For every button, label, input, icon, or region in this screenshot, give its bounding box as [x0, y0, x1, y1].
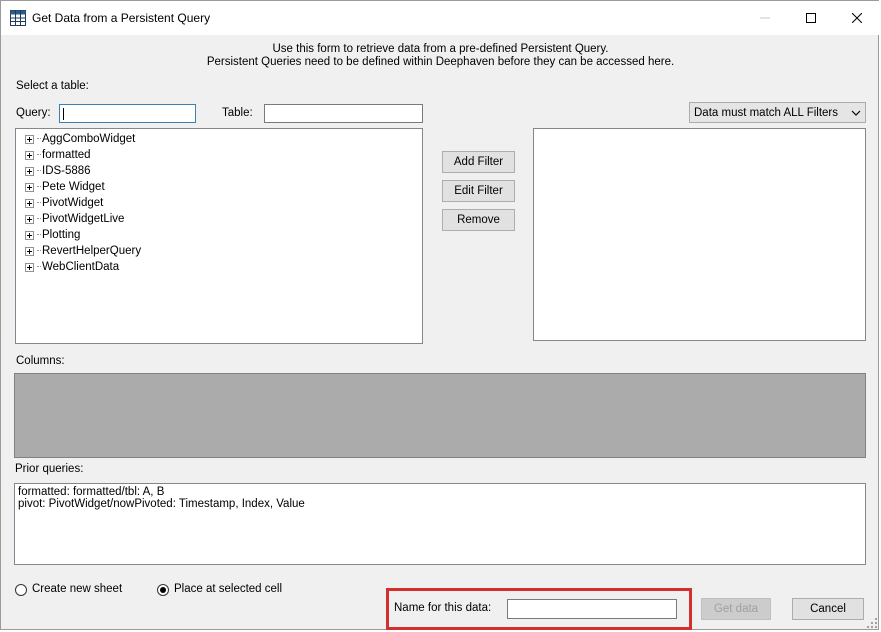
filter-list[interactable]: [533, 128, 866, 341]
title-bar[interactable]: Get Data from a Persistent Query: [1, 1, 880, 35]
create-new-sheet-radio[interactable]: [15, 584, 27, 596]
tree-connector: [37, 170, 41, 172]
name-for-data-label: Name for this data:: [394, 602, 492, 614]
cancel-button[interactable]: Cancel: [792, 598, 864, 620]
tree-connector: [37, 154, 41, 156]
tree-item-label: AggComboWidget: [42, 133, 136, 145]
tree-connector: [37, 250, 41, 252]
tree-connector: [37, 202, 41, 204]
get-data-button[interactable]: Get data: [701, 598, 771, 620]
expand-plus-icon[interactable]: [25, 134, 34, 144]
prior-queries-list[interactable]: formatted: formatted/tbl: A, B pivot: Pi…: [14, 483, 866, 565]
expand-plus-icon[interactable]: [25, 150, 34, 160]
name-for-data-input[interactable]: [507, 599, 677, 619]
expand-plus-icon[interactable]: [25, 246, 34, 256]
prior-query-item[interactable]: formatted: formatted/tbl: A, B: [18, 486, 862, 498]
tree-connector: [37, 218, 41, 220]
select-table-label: Select a table:: [16, 80, 89, 92]
tree-connector: [37, 186, 41, 188]
tree-item-label: PivotWidget: [42, 197, 104, 209]
intro-text: Use this form to retrieve data from a pr…: [1, 43, 880, 69]
prior-query-item[interactable]: pivot: PivotWidget/nowPivoted: Timestamp…: [18, 498, 862, 510]
place-at-selected-cell-label[interactable]: Place at selected cell: [174, 583, 282, 595]
remove-filter-button[interactable]: Remove: [442, 209, 515, 231]
place-at-selected-cell-radio[interactable]: [157, 584, 169, 596]
intro-line-1: Use this form to retrieve data from a pr…: [272, 43, 609, 55]
query-tree[interactable]: AggComboWidget formatted IDS-5886 Pete Widg…: [15, 128, 423, 344]
tree-item-label: WebClientData: [42, 261, 120, 273]
tree-connector: [37, 138, 41, 140]
minimize-icon: [760, 17, 770, 19]
tree-item[interactable]: PivotWidgetLive: [16, 211, 422, 227]
tree-item-label: Pete Widget: [42, 181, 105, 193]
tree-item[interactable]: RevertHelperQuery: [16, 243, 422, 259]
tree-item-label: PivotWidgetLive: [42, 213, 125, 225]
tree-items: AggComboWidget formatted IDS-5886 Pete Widg…: [16, 129, 422, 275]
tree-item[interactable]: IDS-5886: [16, 163, 422, 179]
close-button[interactable]: [834, 1, 880, 35]
expand-plus-icon[interactable]: [25, 166, 34, 176]
close-icon: [852, 13, 862, 23]
maximize-button[interactable]: [788, 1, 834, 35]
tree-connector: [37, 234, 41, 236]
tree-item[interactable]: WebClientData: [16, 259, 422, 275]
tree-item[interactable]: Plotting: [16, 227, 422, 243]
tree-item-label: formatted: [42, 149, 91, 161]
tree-item-label: RevertHelperQuery: [42, 245, 142, 257]
intro-line-2: Persistent Queries need to be defined wi…: [206, 56, 675, 68]
expand-plus-icon[interactable]: [25, 182, 34, 192]
filter-mode-value: Data must match ALL Filters: [694, 106, 839, 119]
tree-item-label: Plotting: [42, 229, 81, 241]
expand-plus-icon[interactable]: [25, 198, 34, 208]
tree-item[interactable]: AggComboWidget: [16, 131, 422, 147]
chevron-down-icon: [851, 110, 861, 116]
add-filter-button[interactable]: Add Filter: [442, 151, 515, 173]
table-filter-input[interactable]: [264, 104, 423, 123]
tree-item[interactable]: Pete Widget: [16, 179, 422, 195]
resize-grip-icon[interactable]: [866, 617, 878, 629]
tree-connector: [37, 266, 41, 268]
columns-panel[interactable]: [14, 373, 866, 458]
expand-plus-icon[interactable]: [25, 230, 34, 240]
expand-plus-icon[interactable]: [25, 214, 34, 224]
create-new-sheet-label[interactable]: Create new sheet: [32, 583, 122, 595]
minimize-button[interactable]: [742, 1, 788, 35]
text-cursor: [63, 108, 64, 120]
query-filter-input[interactable]: [59, 104, 196, 123]
tree-item-label: IDS-5886: [42, 165, 91, 177]
table-grid-icon: [10, 10, 26, 26]
prior-queries-label: Prior queries:: [15, 463, 84, 475]
expand-plus-icon[interactable]: [25, 262, 34, 272]
filter-mode-select[interactable]: Data must match ALL Filters: [689, 102, 866, 123]
tree-item[interactable]: formatted: [16, 147, 422, 163]
window-title: Get Data from a Persistent Query: [32, 11, 211, 25]
table-label: Table:: [222, 107, 253, 119]
maximize-icon: [806, 13, 816, 23]
query-label: Query:: [16, 107, 51, 119]
tree-item[interactable]: PivotWidget: [16, 195, 422, 211]
columns-label: Columns:: [16, 355, 65, 367]
edit-filter-button[interactable]: Edit Filter: [442, 180, 515, 202]
dialog-window: Get Data from a Persistent Query Use thi…: [0, 0, 880, 630]
